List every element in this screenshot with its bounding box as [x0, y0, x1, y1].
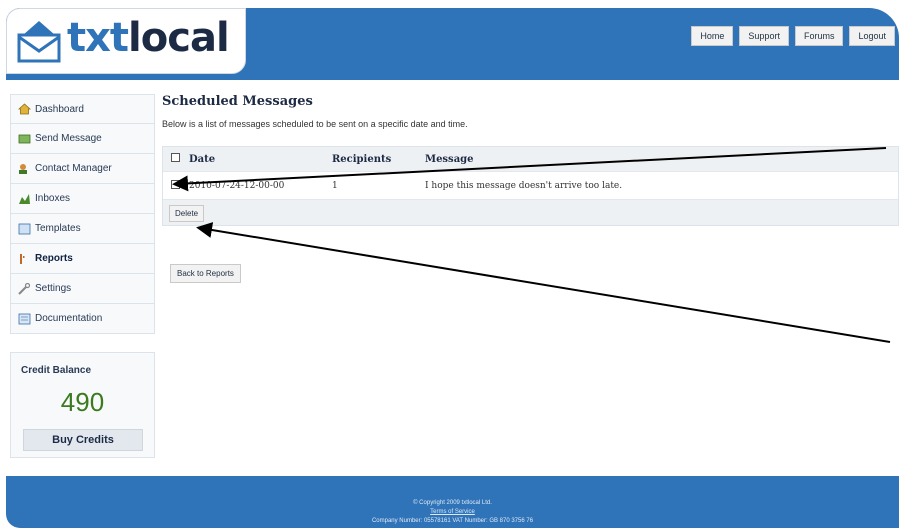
table-header: Date Recipients Message [163, 147, 898, 171]
credit-balance-panel: Credit Balance 490 Buy Credits [10, 352, 155, 458]
footer-copyright: © Copyright 2009 txtlocal Ltd. [413, 500, 492, 506]
contacts-icon [17, 163, 31, 175]
logo-text-local: local [128, 15, 230, 61]
column-header-message: Message [425, 153, 474, 165]
select-all-checkbox[interactable] [171, 153, 180, 162]
sidebar-item-dashboard[interactable]: Dashboard [10, 94, 155, 124]
column-header-recipients: Recipients [332, 153, 392, 165]
sidebar-item-label: Reports [35, 253, 73, 264]
logo-text-txt: txt [67, 15, 129, 61]
select-all-cell [163, 153, 189, 165]
sidebar-item-label: Contact Manager [35, 163, 112, 174]
back-to-reports-button[interactable]: Back to Reports [170, 264, 241, 283]
intro-text: Below is a list of messages scheduled to… [162, 119, 468, 129]
document-icon [17, 313, 31, 325]
row-recipients: 1 [332, 180, 338, 191]
footer-company-info: Company Number: 05578161 VAT Number: GB … [371, 518, 534, 524]
inbox-icon [17, 193, 31, 205]
home-button[interactable]: Home [691, 26, 734, 46]
footer-terms-link[interactable]: Terms of Service [6, 509, 899, 515]
template-icon [17, 223, 31, 235]
scheduled-messages-table: Date Recipients Message 2010-07-24-12-00… [162, 146, 899, 226]
sidebar-item-send-message[interactable]: Send Message [10, 124, 155, 154]
top-navigation: Home Support Forums Logout [691, 26, 895, 46]
sidebar-item-inboxes[interactable]: Inboxes [10, 184, 155, 214]
forums-button[interactable]: Forums [794, 26, 844, 46]
page-title: Scheduled Messages [162, 94, 313, 109]
logo-text: txtlocal [67, 15, 230, 61]
annotation-arrow-delete [196, 222, 891, 343]
logout-button[interactable]: Logout [849, 26, 895, 46]
credit-balance-value: 490 [60, 387, 105, 417]
column-header-date: Date [189, 153, 216, 165]
header: txtlocal Home Support Forums Logout [6, 8, 899, 80]
sidebar-item-label: Inboxes [35, 193, 71, 204]
sidebar-item-label: Settings [35, 283, 72, 294]
row-message: I hope this message doesn't arrive too l… [425, 180, 623, 191]
sidebar-item-contact-manager[interactable]: Contact Manager [10, 154, 155, 184]
logo[interactable]: txtlocal [6, 8, 246, 74]
main-content: Scheduled Messages Below is a list of me… [162, 94, 899, 283]
envelope-logo-icon [17, 21, 61, 63]
sidebar-item-label: Templates [35, 223, 81, 234]
wrench-icon [17, 282, 31, 295]
table-row: 2010-07-24-12-00-00 1 I hope this messag… [163, 171, 898, 199]
footer: © Copyright 2009 txtlocal Ltd. Terms of … [6, 476, 899, 528]
sidebar: Dashboard Send Message Contact Manager I… [10, 94, 155, 334]
row-checkbox[interactable] [171, 179, 180, 189]
sidebar-item-documentation[interactable]: Documentation [10, 304, 155, 334]
sidebar-item-label: Send Message [35, 133, 102, 144]
sidebar-item-label: Documentation [35, 313, 103, 324]
sidebar-item-templates[interactable]: Templates [10, 214, 155, 244]
sidebar-item-reports[interactable]: Reports [10, 244, 155, 274]
reports-icon [17, 253, 31, 265]
page: txtlocal Home Support Forums Logout Dash… [0, 0, 899, 528]
table-footer: Delete [163, 199, 898, 225]
delete-button[interactable]: Delete [169, 205, 205, 222]
buy-credits-button[interactable]: Buy Credits [23, 429, 143, 451]
support-button[interactable]: Support [739, 26, 789, 46]
row-date: 2010-07-24-12-00-00 [189, 180, 285, 191]
row-select-cell [163, 179, 189, 192]
house-icon [17, 103, 31, 115]
sidebar-item-settings[interactable]: Settings [10, 274, 155, 304]
sidebar-item-label: Dashboard [35, 103, 84, 115]
send-icon [17, 133, 31, 145]
credit-balance-title: Credit Balance [21, 365, 92, 376]
